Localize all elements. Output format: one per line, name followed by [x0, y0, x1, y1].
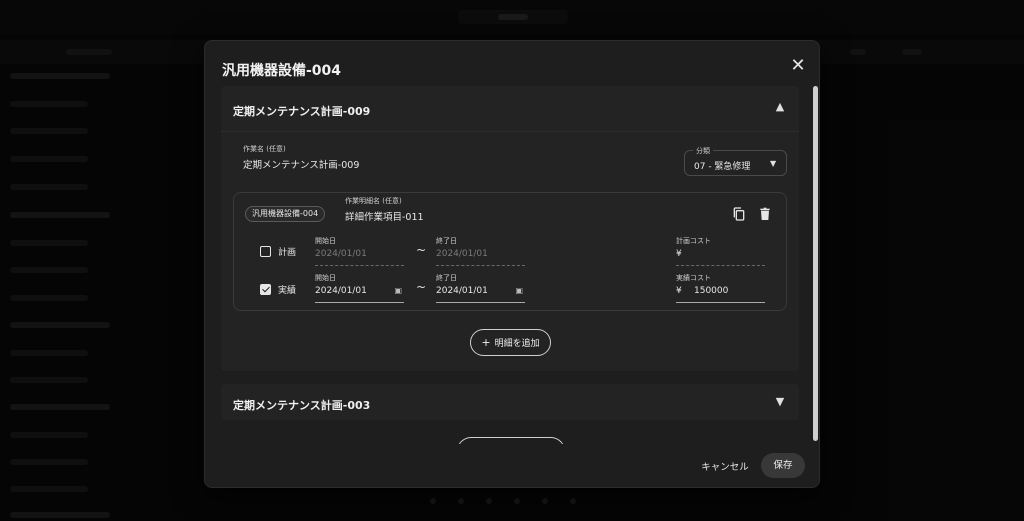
plan-start-date[interactable]: 開始日 2024/01/01: [315, 236, 404, 266]
actual-start-value: 2024/01/01: [315, 286, 367, 296]
actual-cost-label: 実績コスト: [676, 274, 711, 282]
work-name-label: 作業名 (任意): [243, 145, 286, 153]
actual-start-label: 開始日: [315, 274, 336, 282]
plan-checkbox[interactable]: [260, 246, 271, 257]
category-label: 分類: [693, 146, 713, 156]
range-separator: ~: [416, 243, 427, 257]
actual-checkbox-label: 実績: [278, 286, 297, 296]
dialog-title: 汎用機器設備-004: [222, 63, 342, 79]
plan-end-value: 2024/01/01: [436, 249, 488, 259]
plan-start-value: 2024/01/01: [315, 249, 367, 259]
close-icon[interactable]: ✕: [789, 57, 807, 75]
plan-cost-field[interactable]: 計画コスト ¥: [676, 236, 765, 266]
detail-name-label: 作業明細名 (任意): [345, 197, 402, 205]
calendar-icon[interactable]: ▣: [394, 286, 402, 295]
category-value: 07 - 緊急修理: [694, 162, 751, 172]
copy-icon[interactable]: [731, 206, 747, 222]
add-detail-button[interactable]: + 明細を追加: [470, 329, 551, 356]
actual-end-value: 2024/01/01: [436, 286, 488, 296]
equipment-chip: 汎用機器設備-004: [245, 206, 326, 222]
detail-card: 汎用機器設備-004 作業明細名 (任意) 詳細作業項目-011 計画 開始日 …: [233, 192, 787, 311]
actual-cost-value: 150000: [694, 286, 729, 296]
accordion-title: 定期メンテナンス計画-009: [233, 105, 371, 118]
trash-icon[interactable]: [757, 206, 773, 222]
scrollbar-thumb[interactable]: [813, 86, 818, 441]
plus-icon: +: [481, 336, 491, 349]
caret-down-icon: ▼: [770, 159, 777, 168]
scrollbar[interactable]: [813, 86, 818, 444]
chevron-up-icon[interactable]: ▲: [773, 100, 787, 114]
add-detail-label: 明細を追加: [494, 339, 540, 349]
plan-end-label: 終了日: [436, 237, 457, 245]
save-button[interactable]: 保存: [761, 453, 805, 478]
accordion-header[interactable]: 定期メンテナンス計画-009 ▲: [221, 86, 799, 132]
category-select[interactable]: 分類 07 - 緊急修理 ▼: [684, 146, 787, 176]
actual-checkbox[interactable]: [260, 284, 271, 295]
dialog-actions: キャンセル 保存: [205, 444, 819, 487]
plan-start-label: 開始日: [315, 237, 336, 245]
accordion-work-plan-003[interactable]: 定期メンテナンス計画-003 ▼: [221, 384, 799, 420]
accordion-work-plan-009: 定期メンテナンス計画-009 ▲ 作業名 (任意) 定期メンテナンス計画-009…: [221, 86, 799, 371]
actual-cost-field[interactable]: 実績コスト ¥ 150000: [676, 273, 765, 303]
edit-dialog: 汎用機器設備-004 ✕ 定期メンテナンス計画-009 ▲ 作業名 (任意) 定…: [204, 40, 820, 488]
actual-end-label: 終了日: [436, 274, 457, 282]
add-work-button[interactable]: [457, 437, 565, 444]
actual-end-date[interactable]: 終了日 2024/01/01 ▣: [436, 273, 525, 303]
plan-cost-currency: ¥: [676, 249, 682, 259]
actual-start-date[interactable]: 開始日 2024/01/01 ▣: [315, 273, 404, 303]
detail-name-field[interactable]: 詳細作業項目-011: [345, 209, 424, 223]
calendar-icon[interactable]: ▣: [515, 286, 523, 295]
cancel-button[interactable]: キャンセル: [697, 456, 753, 480]
plan-cost-label: 計画コスト: [676, 237, 711, 245]
accordion-title: 定期メンテナンス計画-003: [233, 399, 371, 412]
dialog-content: 定期メンテナンス計画-009 ▲ 作業名 (任意) 定期メンテナンス計画-009…: [221, 86, 799, 444]
actual-cost-currency: ¥: [676, 286, 682, 296]
plan-checkbox-label: 計画: [278, 248, 297, 258]
chevron-down-icon[interactable]: ▼: [773, 395, 787, 409]
work-name-field[interactable]: 定期メンテナンス計画-009: [243, 157, 359, 171]
plan-end-date[interactable]: 終了日 2024/01/01: [436, 236, 525, 266]
range-separator: ~: [416, 280, 427, 294]
